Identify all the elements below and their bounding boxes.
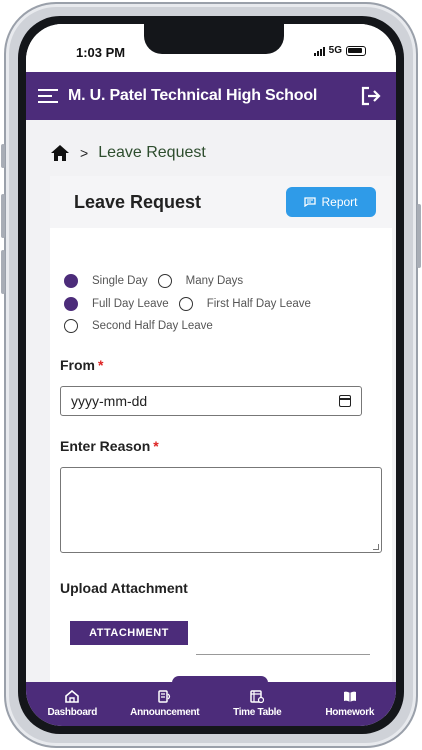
chevron-right-icon: >: [80, 145, 89, 161]
nav-homework[interactable]: Homework: [310, 690, 390, 718]
first-half-radio[interactable]: [178, 297, 193, 311]
app-header: M. U. Patel Technical High School: [26, 72, 396, 120]
from-label: From *: [60, 357, 103, 373]
volume-down-button: [1, 250, 5, 294]
status-bar: 1:03 PM 5G: [26, 24, 396, 72]
signal-icon: [313, 46, 325, 56]
breadcrumb: > Leave Request: [50, 144, 206, 162]
second-half-radio[interactable]: [64, 319, 78, 333]
nav-dashboard[interactable]: Dashboard: [32, 690, 112, 718]
mute-switch: [1, 144, 5, 168]
nav-announcement[interactable]: Announcement: [125, 690, 205, 718]
home-icon[interactable]: [50, 144, 70, 162]
date-placeholder: yyyy-mm-dd: [71, 393, 148, 409]
card-title: Leave Request: [74, 191, 202, 212]
second-half-option: Second Half Day Leave: [64, 319, 213, 333]
single-day-label: Single Day: [92, 275, 148, 287]
nav-label: Dashboard: [47, 707, 98, 718]
second-half-label: Second Half Day Leave: [92, 320, 213, 332]
menu-icon[interactable]: [38, 89, 58, 103]
reason-label-text: Enter Reason: [60, 438, 151, 454]
single-day-radio[interactable]: [64, 274, 78, 288]
report-label: Report: [321, 195, 358, 209]
resize-handle[interactable]: [373, 544, 379, 550]
day-type-options: Single Day Many Days: [64, 274, 243, 288]
attachment-filename-line: [196, 654, 370, 655]
report-button[interactable]: Report: [286, 187, 376, 217]
school-title: M. U. Patel Technical High School: [68, 87, 318, 104]
leave-duration-options: Full Day Leave First Half Day Leave: [64, 297, 311, 311]
bottom-nav: Dashboard Announcement Time Table Homewo…: [26, 682, 396, 726]
reason-textarea[interactable]: [60, 467, 382, 553]
volume-up-button: [1, 194, 5, 238]
home-icon: [65, 690, 80, 703]
full-day-radio[interactable]: [64, 297, 78, 311]
message-icon: [304, 197, 317, 207]
from-date-input[interactable]: yyyy-mm-dd: [60, 386, 362, 416]
book-icon: [343, 691, 356, 702]
nav-timetable[interactable]: Time Table: [217, 690, 297, 718]
attachment-button[interactable]: ATTACHMENT: [70, 621, 188, 645]
phone-frame: 1:03 PM 5G M. U. Patel Technical High Sc…: [1, 2, 421, 748]
upload-label: Upload Attachment: [60, 580, 188, 596]
many-days-radio[interactable]: [157, 274, 172, 288]
timetable-icon: [250, 690, 265, 703]
reason-label: Enter Reason *: [60, 438, 159, 454]
calendar-icon[interactable]: [339, 395, 351, 407]
many-days-label: Many Days: [185, 275, 244, 287]
first-half-label: First Half Day Leave: [206, 298, 311, 310]
battery-icon: [346, 45, 366, 56]
screen: 1:03 PM 5G M. U. Patel Technical High Sc…: [26, 24, 396, 726]
status-time: 1:03 PM: [76, 45, 126, 60]
required-mark: *: [98, 357, 104, 373]
phone-bezel: 1:03 PM 5G M. U. Patel Technical High Sc…: [18, 16, 404, 734]
full-day-label: Full Day Leave: [92, 298, 169, 310]
status-indicators: 5G: [313, 45, 366, 56]
announcement-icon: [158, 690, 170, 703]
logout-icon[interactable]: [360, 86, 382, 106]
from-label-text: From: [60, 357, 95, 373]
network-label: 5G: [328, 45, 342, 56]
card-header: Leave Request Report: [50, 176, 392, 228]
nav-label: Homework: [325, 707, 375, 718]
required-mark: *: [153, 438, 159, 454]
breadcrumb-current: Leave Request: [98, 144, 206, 161]
camera-notch: [144, 24, 284, 54]
nav-label: Time Table: [233, 707, 282, 718]
power-button: [417, 204, 421, 268]
leave-request-card: Leave Request Report Single Day Many Day…: [50, 176, 392, 716]
nav-label: Announcement: [130, 707, 200, 718]
